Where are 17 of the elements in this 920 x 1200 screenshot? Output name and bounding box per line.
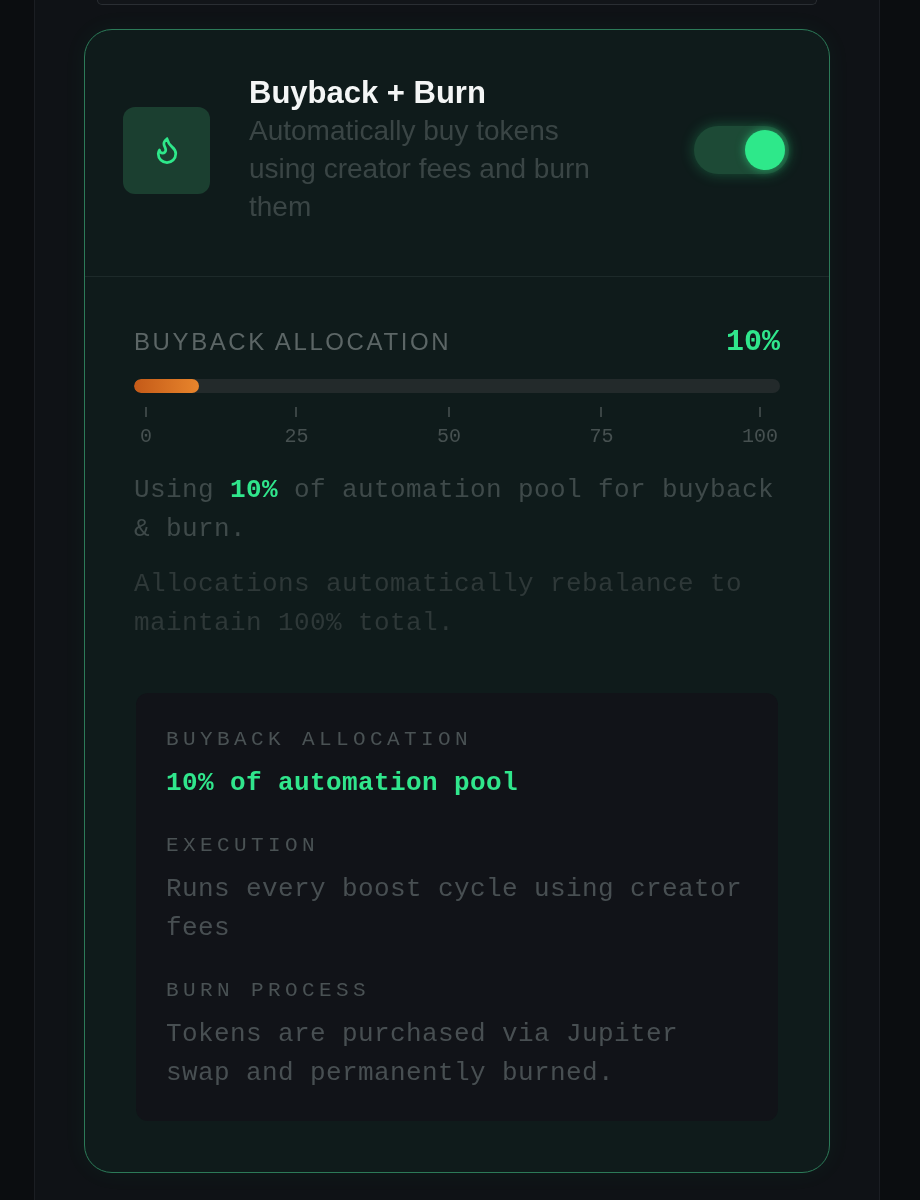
detail-label: EXECUTION	[166, 833, 321, 859]
tick-mark	[600, 407, 603, 417]
detail-value: Runs every boost cycle using creator fees	[166, 873, 744, 945]
tick-mark	[448, 407, 450, 417]
allocation-value: 10%	[726, 324, 780, 360]
tick-mark	[145, 407, 147, 417]
detail-label: BURN PROCESS	[166, 978, 372, 1004]
allocation-label: BUYBACK ALLOCATION	[134, 327, 452, 357]
detail-value: Tokens are purchased via Jupiter swap and permanently burned.	[166, 1018, 680, 1090]
tick-mark	[295, 407, 298, 417]
detail-label: BUYBACK ALLOCATION	[166, 727, 474, 753]
flame-icon	[123, 106, 210, 194]
detail-value: 10% of automation pool	[166, 767, 520, 800]
tick-mark	[759, 407, 761, 417]
toggle-switch[interactable]	[694, 126, 789, 174]
slider-track[interactable]	[134, 379, 780, 393]
feature-title: Buyback + Burn	[249, 74, 487, 112]
